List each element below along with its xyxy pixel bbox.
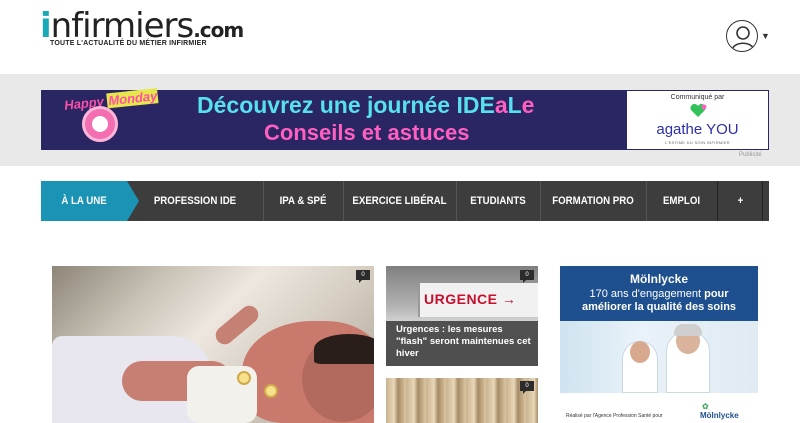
- logo-tld: .com: [193, 18, 244, 42]
- ad-sponsor-tagline: L'ESTIME DU SOIN INFIRMIER: [664, 140, 730, 145]
- doctor-hair: [674, 324, 702, 336]
- heart-icon: [690, 104, 707, 117]
- comment-count-badge: 0: [520, 381, 534, 394]
- article-title: Urgences : les mesures "flash" seront ma…: [396, 324, 531, 359]
- nav-divider: [263, 181, 264, 221]
- side-ad-footer: Réalisé par l'Agence Profession Santé po…: [566, 413, 663, 419]
- comment-count-badge: 0: [356, 270, 370, 283]
- nav-divider: [646, 181, 647, 221]
- nurse-head: [630, 341, 650, 363]
- nav-item-ipa-spe[interactable]: IPA & SPÉ: [268, 181, 338, 221]
- nav-item-emploi[interactable]: EMPLOI: [650, 181, 712, 221]
- side-ad-line2: améliorer la qualité des soins: [581, 301, 737, 313]
- nav-item-exercice-liberal[interactable]: EXERCICE LIBÉRAL: [350, 181, 449, 221]
- user-avatar-icon: [726, 20, 758, 52]
- side-ad[interactable]: Mölnlycke 170 ans d'engagement pour amél…: [560, 266, 758, 423]
- alarm-clock-icon: [82, 106, 118, 142]
- nav-divider: [717, 181, 718, 221]
- nav-divider: [343, 181, 344, 221]
- sensor-shape: [237, 371, 251, 385]
- main-nav: À LA UNE PROFESSION IDE IPA & SPÉ EXERCI…: [41, 181, 793, 221]
- ad-sponsor-logo: agathe YOU: [656, 121, 739, 138]
- ad-sponsor-panel[interactable]: Communiqué par agathe YOU L'ESTIME DU SO…: [626, 90, 769, 150]
- side-ad-brand: Mölnlycke: [629, 272, 689, 286]
- article-card-urgences[interactable]: URGENCE → Urgences : les mesures "flash"…: [386, 266, 538, 366]
- search-button[interactable]: [763, 181, 800, 221]
- molnlycke-logo-icon: ✿: [702, 402, 709, 411]
- ad-headline: Découvrez une journée IDEaLe: [197, 92, 535, 118]
- caret-down-icon: ▼: [761, 31, 770, 41]
- urgence-sign-text: URGENCE →: [424, 291, 517, 307]
- user-menu-button[interactable]: ▼: [726, 20, 770, 52]
- nav-divider: [540, 181, 541, 221]
- article-card-main[interactable]: 0: [52, 266, 374, 423]
- article-card-books[interactable]: 0: [386, 378, 538, 423]
- ad-sponsor-label: Communiqué par: [670, 94, 725, 101]
- nav-item-etudiants[interactable]: ETUDIANTS: [461, 181, 535, 221]
- nav-item-more[interactable]: +: [721, 181, 761, 221]
- nav-item-formation-pro[interactable]: FORMATION PRO: [546, 181, 639, 221]
- sensor-shape: [264, 384, 278, 398]
- nav-item-a-la-une[interactable]: À LA UNE: [46, 181, 122, 221]
- baby-hair-shape: [314, 334, 374, 364]
- ad-label: Publicité: [739, 152, 762, 158]
- ad-subheadline: Conseils et astuces: [264, 120, 470, 145]
- nav-item-profession-ide[interactable]: PROFESSION IDE: [135, 181, 255, 221]
- site-tagline: TOUTE L'ACTUALITÉ DU MÉTIER INFIRMIER: [50, 40, 207, 47]
- side-ad-line1: 170 ans d'engagement pour: [589, 288, 729, 300]
- side-ad-footer-logo: Mölnlycke: [700, 411, 739, 420]
- site-header: infirmiers.com TOUTE L'ACTUALITÉ DU MÉTI…: [0, 0, 800, 74]
- search-icon: [779, 194, 793, 208]
- side-ad-photo: [560, 321, 758, 393]
- comment-count-badge: 0: [520, 270, 534, 283]
- nav-divider: [456, 181, 457, 221]
